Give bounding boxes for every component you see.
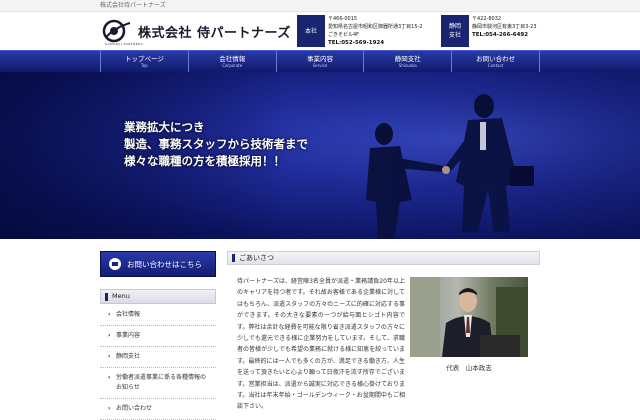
office-head: 本社 〒466-0015 愛知県名古屋市昭和区御器所通3丁目15-2 ごきそビル… <box>297 15 435 47</box>
header: 株式会社 侍パートナーズ SAMURAI PARTNERS 本社 〒466-00… <box>0 12 640 50</box>
sidebar-item-shizuoka[interactable]: 静岡支社 <box>100 347 216 368</box>
nav-sublabel: Top <box>141 63 148 68</box>
sidebar-item-service[interactable]: 事業内容 <box>100 326 216 347</box>
sidebar-item-contact[interactable]: お問い合わせ <box>100 399 216 420</box>
hero-line: 製造、事務スタッフから技術者まで <box>124 137 308 151</box>
nav-sublabel: Corporate <box>222 63 243 68</box>
sidebar-item-corporate[interactable]: 会社情報 <box>100 305 216 326</box>
hero-copy: 業務拡大につき 製造、事務スタッフから技術者まで 様々な職種の方を積極採用！！ <box>124 119 308 170</box>
photo-caption: 代表 山本政志 <box>446 364 492 372</box>
top-strip: 株式会社侍パートナーズ <box>0 0 640 12</box>
sidebar-menu: 会社情報 事業内容 静岡支社 労働者派遣事業に係る各種情報のお知らせ お問い合わ… <box>100 305 216 420</box>
representative-figure <box>410 277 528 357</box>
hero-line: 業務拡大につき <box>124 120 205 134</box>
main-content: お問い合わせはこちら Menu 会社情報 事業内容 静岡支社 労働者派遣事業に係… <box>0 239 640 420</box>
logo-subtitle: SAMURAI PARTNERS <box>105 42 144 46</box>
section-title: ごあいさつ <box>227 251 540 265</box>
office-info: 〒422-8032 静岡市駿河区有東3丁目3-23 TEL:054-266-64… <box>472 15 612 39</box>
nav-label: 事業内容 <box>306 55 333 63</box>
nav-item-corporate[interactable]: 会社情報 Corporate <box>189 51 277 73</box>
nav-item-service[interactable]: 事業内容 Service <box>277 51 365 73</box>
company-name[interactable]: 株式会社 侍パートナーズ <box>138 22 291 41</box>
company-logo-icon[interactable] <box>100 17 132 45</box>
greeting-text: 侍パートナーズは、経営陣3名全員が派遣・業務請負20年以上のキャリアを持つ者です… <box>237 278 405 411</box>
contact-button-label: お問い合わせはこちら <box>127 259 202 269</box>
office-badge: 静岡 支社 <box>441 15 469 47</box>
hero-overlay <box>0 72 640 239</box>
representative-photo <box>410 277 528 357</box>
office-address: 静岡市駿河区有東3丁目3-23 <box>472 24 537 30</box>
nav-item-shizuoka[interactable]: 静岡支社 Shizuoka <box>364 51 453 73</box>
sidebar-menu-title: Menu <box>100 289 216 304</box>
site-name-small: 株式会社侍パートナーズ <box>100 2 166 9</box>
nav-sublabel: Shizuoka <box>398 63 417 68</box>
nav-label: トップページ <box>124 55 164 63</box>
contact-button[interactable]: お問い合わせはこちら <box>100 251 216 277</box>
nav-label: お問い合わせ <box>476 55 516 63</box>
office-zip: 〒422-8032 <box>472 16 502 22</box>
office-badge: 本社 <box>297 15 325 47</box>
nav-label: 会社情報 <box>219 55 246 63</box>
nav-sublabel: Contact <box>487 63 504 68</box>
hero-banner: 業務拡大につき 製造、事務スタッフから技術者まで 様々な職種の方を積極採用！！ <box>0 72 640 239</box>
nav-sublabel: Service <box>312 63 328 68</box>
office-shizuoka: 静岡 支社 〒422-8032 静岡市駿河区有東3丁目3-23 TEL:054-2… <box>441 15 561 47</box>
global-nav: トップページ Top 会社情報 Corporate 事業内容 Service 静… <box>0 50 640 73</box>
nav-item-contact[interactable]: お問い合わせ Contact <box>452 51 540 73</box>
hero-line: 様々な職種の方を積極採用！！ <box>124 154 285 168</box>
sidebar-item-dispatch-info[interactable]: 労働者派遣事業に係る各種情報のお知らせ <box>100 368 216 399</box>
office-tel: TEL:054-266-6492 <box>472 32 529 38</box>
nav-item-top[interactable]: トップページ Top <box>101 51 189 73</box>
mail-icon <box>109 258 121 270</box>
nav-label: 静岡支社 <box>394 55 421 63</box>
